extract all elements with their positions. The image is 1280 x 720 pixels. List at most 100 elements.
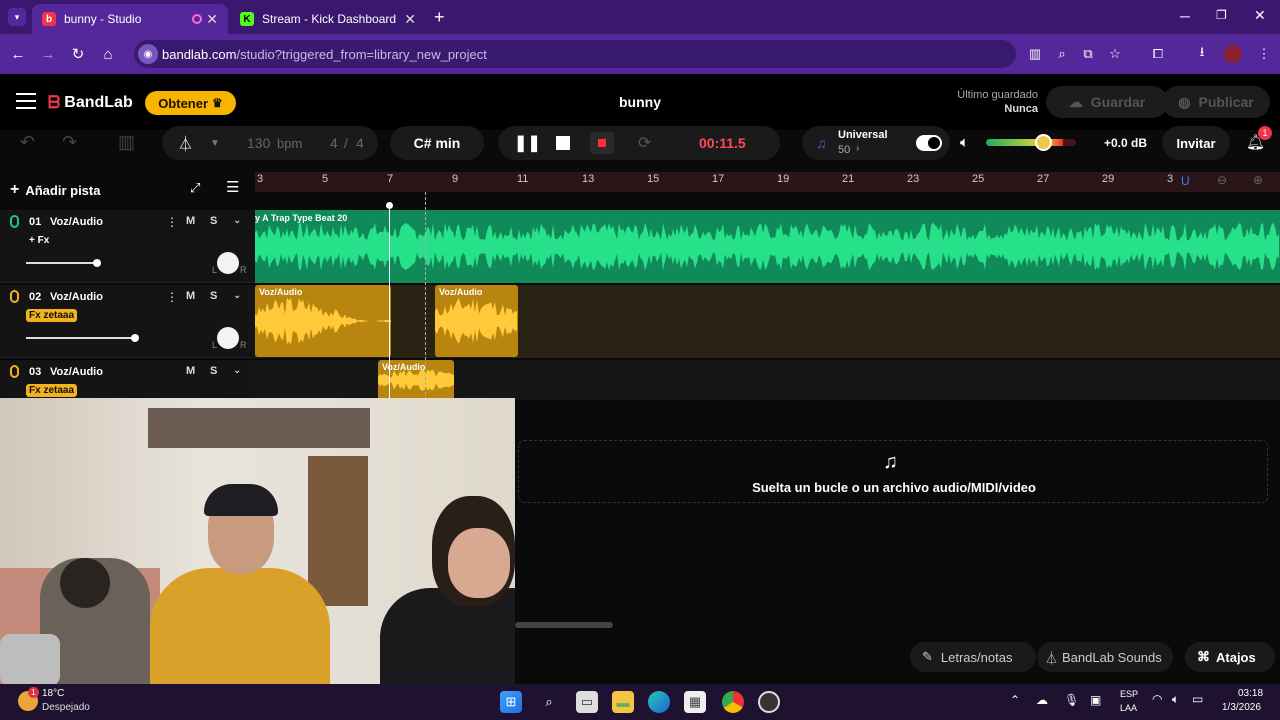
volume-slider-handle[interactable] [131, 334, 139, 342]
time-sig-denominator[interactable]: 4 [356, 135, 364, 151]
record-button[interactable] [590, 132, 614, 154]
tab-kick-dashboard[interactable]: K Stream - Kick Dashboard ✕ [230, 4, 426, 34]
horizontal-scrollbar[interactable] [515, 622, 613, 628]
pan-knob[interactable] [217, 252, 239, 274]
browser-menu-icon[interactable]: ⋮ [1252, 42, 1276, 66]
download-icon[interactable]: ⭳ [1190, 42, 1214, 66]
zoom-out-icon[interactable]: ⊖ [1217, 173, 1227, 187]
master-preset[interactable]: ♫ Universal 50 › [802, 126, 950, 160]
mute-button[interactable]: M [186, 290, 195, 302]
track-header-01[interactable]: 01 Voz/Audio ⋮ M S ⌄ + Fx L R [0, 210, 255, 283]
track-name[interactable]: Voz/Audio [50, 216, 103, 228]
project-title[interactable]: bunny [540, 94, 740, 110]
chrome-icon[interactable] [722, 691, 744, 713]
undo-icon[interactable]: ↶ [20, 132, 35, 153]
network-adapter-icon[interactable]: ▣ [1090, 693, 1101, 707]
track-lane-03[interactable]: Voz/Audio [255, 360, 1280, 400]
reload-icon[interactable]: ↻ [66, 42, 90, 66]
volume-slider-handle[interactable] [1035, 134, 1052, 151]
add-track-button[interactable]: + Añadir pista [10, 178, 122, 202]
loop-icon[interactable]: ⟳ [638, 133, 651, 153]
search-icon[interactable]: ⌕ [538, 691, 560, 713]
store-icon[interactable]: ▦ [684, 691, 706, 713]
bookmark-star-icon[interactable]: ☆ [1103, 42, 1127, 66]
track-lane-02[interactable]: Voz/Audio Voz/Audio [255, 285, 1280, 358]
new-tab-button[interactable]: + [434, 8, 445, 26]
profile-avatar[interactable] [1221, 42, 1245, 66]
invitar-button[interactable]: Invitar [1162, 126, 1230, 160]
mute-button[interactable]: M [186, 365, 195, 377]
back-arrow-icon[interactable]: ← [6, 42, 30, 66]
zoom-in-icon[interactable]: ⊕ [1253, 173, 1263, 187]
microphone-icon[interactable]: 🎙︎ [1064, 693, 1079, 707]
clock-date[interactable]: 1/3/2026 [1222, 702, 1261, 713]
letras-notas-button[interactable]: ✎ Letras/notas [910, 642, 1036, 672]
wifi-icon[interactable]: ◠ [1152, 692, 1162, 706]
solo-button[interactable]: S [210, 365, 217, 377]
site-info-icon[interactable]: ◉ [138, 44, 158, 64]
language-layout[interactable]: LAA [1120, 703, 1137, 713]
close-tab-icon[interactable]: ✕ [404, 11, 416, 28]
atajos-button[interactable]: ⌘ Atajos [1185, 642, 1275, 672]
mixer-icon[interactable]: ▥ [118, 132, 135, 153]
track-header-02[interactable]: 02 Voz/Audio ⋮ M S ⌄ Fx zetaaa L R [0, 285, 255, 358]
drop-zone[interactable]: ♫ Suelta un bucle o un archivo audio/MID… [518, 440, 1268, 503]
show-hidden-icons[interactable]: ⌃ [1010, 693, 1020, 707]
stop-button[interactable] [556, 136, 570, 150]
pause-button[interactable]: ❚❚ [514, 133, 541, 153]
key-selector[interactable]: C# min [390, 126, 484, 160]
tab-bunny-studio[interactable]: b bunny - Studio ✕ [32, 4, 228, 34]
volume-slider[interactable] [26, 262, 98, 264]
track-lane-01[interactable]: y A Trap Type Beat 20 [255, 210, 1280, 283]
time-sig-numerator[interactable]: 4 [330, 135, 338, 151]
reading-mode-icon[interactable]: ▥ [1023, 42, 1047, 66]
redo-icon[interactable]: ↷ [62, 132, 77, 153]
chevron-down-icon[interactable]: ⌄ [233, 365, 241, 376]
clock-time[interactable]: 03:18 [1238, 688, 1263, 699]
bandlab-sounds-button[interactable]: ⏃ BandLab Sounds [1037, 642, 1173, 672]
mute-button[interactable]: M [186, 215, 195, 227]
language-code[interactable]: ESP [1120, 689, 1138, 699]
extensions-icon[interactable]: ⧠ [1146, 42, 1170, 66]
obs-icon[interactable] [758, 691, 780, 713]
fx-button[interactable]: Fx zetaaa [26, 384, 78, 397]
tab-search-button[interactable]: ▾ [8, 8, 26, 26]
playhead-handle[interactable] [386, 202, 393, 209]
magnet-snap-icon[interactable]: U [1181, 174, 1190, 188]
playhead[interactable] [389, 204, 390, 400]
home-icon[interactable]: ⌂ [96, 42, 120, 66]
master-volume-slider[interactable] [986, 134, 1076, 151]
chevron-down-icon[interactable]: ⌄ [233, 290, 241, 301]
chevron-down-icon[interactable]: ⌄ [233, 215, 241, 226]
track-header-03[interactable]: 03 Voz/Audio M S ⌄ Fx zetaaa [0, 360, 255, 400]
volume-slider[interactable] [26, 337, 136, 339]
close-tab-icon[interactable]: ✕ [206, 11, 218, 28]
volume-slider-handle[interactable] [93, 259, 101, 267]
solo-button[interactable]: S [210, 290, 217, 302]
publicar-button[interactable]: ◍ Publicar [1162, 86, 1270, 118]
automation-icon[interactable]: ⤢ [190, 180, 200, 196]
volume-icon[interactable]: 🔈︎ [960, 134, 969, 151]
track-options-icon[interactable]: ⋮ [166, 290, 178, 304]
metronome-icon[interactable]: ⏃ [178, 133, 193, 154]
tempo-value[interactable]: 130 [247, 135, 270, 151]
audio-clip[interactable]: Voz/Audio [255, 285, 391, 357]
hamburger-menu-icon[interactable] [16, 93, 36, 109]
audio-clip[interactable]: Voz/Audio [435, 285, 518, 357]
chevron-down-icon[interactable]: ▼ [210, 138, 220, 149]
windows-start-icon[interactable]: ⊞ [500, 691, 522, 713]
task-view-icon[interactable]: ▭ [576, 691, 598, 713]
track-settings-icon[interactable]: ☰ [226, 178, 239, 196]
onedrive-icon[interactable]: ☁ [1036, 693, 1048, 707]
minimize-window-icon[interactable]: ─ [1180, 8, 1190, 24]
track-options-icon[interactable]: ⋮ [166, 215, 178, 229]
pan-knob[interactable] [217, 327, 239, 349]
maximize-window-icon[interactable]: ❐ [1216, 8, 1227, 22]
bandlab-logo[interactable]: ᗷ BandLab [48, 93, 133, 113]
preset-toggle[interactable] [916, 135, 942, 151]
guardar-button[interactable]: ☁ Guardar [1046, 86, 1168, 118]
obtener-button[interactable]: Obtener ♛ [145, 91, 236, 115]
battery-icon[interactable]: ▭ [1192, 692, 1203, 706]
track-name[interactable]: Voz/Audio [50, 366, 103, 378]
close-window-icon[interactable]: ✕ [1254, 7, 1266, 24]
